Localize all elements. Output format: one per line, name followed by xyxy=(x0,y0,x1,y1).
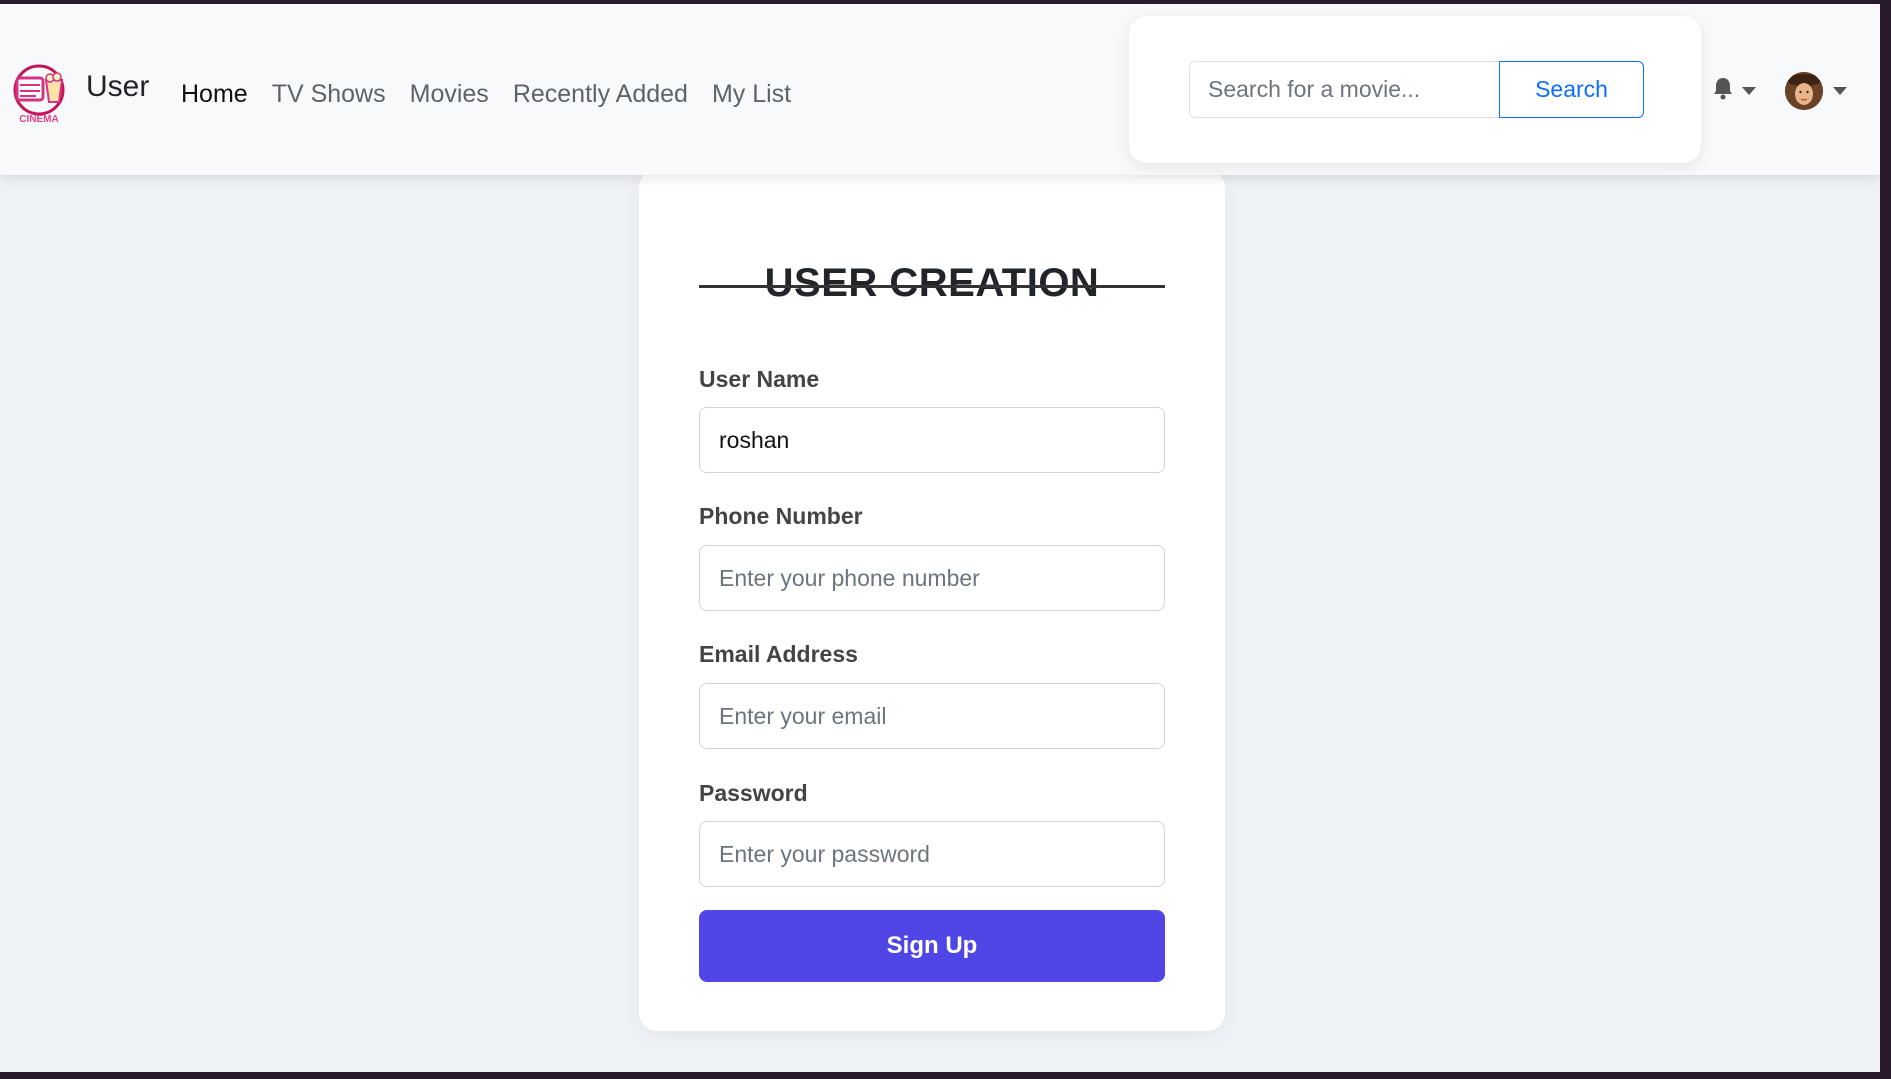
main-nav: Home TV Shows Movies Recently Added My L… xyxy=(181,80,791,109)
user-name-input[interactable] xyxy=(699,407,1165,473)
user-creation-card: USER CREATION User Name Phone Number Ema… xyxy=(639,169,1225,1031)
form-title: USER CREATION xyxy=(764,261,1100,305)
brand-title[interactable]: User xyxy=(86,70,149,104)
phone-number-input[interactable] xyxy=(699,545,1165,611)
nav-link-home[interactable]: Home xyxy=(181,80,248,109)
nav-link-recently-added[interactable]: Recently Added xyxy=(513,80,688,109)
avatar xyxy=(1785,72,1823,110)
search-button[interactable]: Search xyxy=(1499,61,1644,118)
chevron-down-icon xyxy=(1742,86,1756,95)
password-label: Password xyxy=(699,780,808,806)
nav-link-tv-shows[interactable]: TV Shows xyxy=(272,80,386,109)
password-input[interactable] xyxy=(699,821,1165,887)
form-title-row: USER CREATION xyxy=(699,261,1165,311)
email-address-label: Email Address xyxy=(699,641,858,667)
email-input[interactable] xyxy=(699,683,1165,749)
nav-link-my-list[interactable]: My List xyxy=(712,80,791,109)
bell-icon xyxy=(1712,76,1734,105)
logo-text: CINEMA xyxy=(19,114,58,125)
nav-link-movies[interactable]: Movies xyxy=(410,80,489,109)
search-panel: Search xyxy=(1129,16,1701,163)
user-name-label: User Name xyxy=(699,366,820,392)
chevron-down-icon xyxy=(1833,87,1847,95)
sign-up-button[interactable]: Sign Up xyxy=(699,910,1165,982)
phone-number-label: Phone Number xyxy=(699,503,863,529)
title-strikethrough-line xyxy=(699,285,1165,288)
app-viewport: CINEMA User Home TV Shows Movies Recentl… xyxy=(0,4,1880,1072)
profile-dropdown[interactable] xyxy=(1785,72,1847,110)
movie-search-input[interactable] xyxy=(1189,61,1500,118)
notifications-dropdown[interactable] xyxy=(1712,76,1756,105)
cinema-logo[interactable]: CINEMA xyxy=(12,56,68,126)
